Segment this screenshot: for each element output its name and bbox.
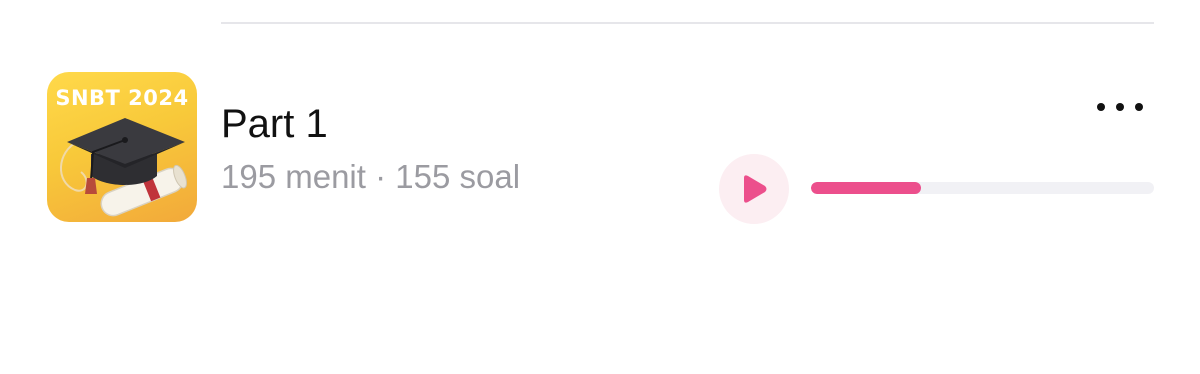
more-horizontal-icon <box>1116 103 1124 111</box>
duration-text: 195 menit <box>221 158 366 195</box>
more-horizontal-icon <box>1135 103 1143 111</box>
more-horizontal-icon <box>1097 103 1105 111</box>
more-options-button[interactable] <box>1097 96 1143 118</box>
thumbnail-label: SNBT 2024 <box>55 86 189 110</box>
progress-fill <box>811 182 921 194</box>
play-icon <box>744 175 767 203</box>
tryout-thumbnail: SNBT 2024 <box>47 72 197 222</box>
question-count-text: 155 soal <box>395 158 521 195</box>
item-meta: 195 menit · 155 soal <box>221 158 520 196</box>
meta-separator: · <box>375 158 387 195</box>
tryout-list-item[interactable]: SNBT 2024 Part 1 195 menit · 155 soal <box>0 0 1200 374</box>
play-button[interactable] <box>719 154 789 224</box>
item-title: Part 1 <box>221 102 328 146</box>
progress-bar <box>811 182 1154 194</box>
